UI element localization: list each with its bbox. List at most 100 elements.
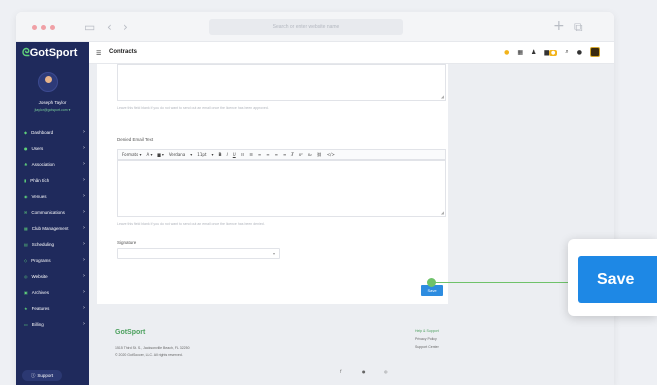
sidebar-item-label: Scheduling	[31, 241, 55, 247]
sidebar-item-dashboard[interactable]: ◆ Dashboard ›	[16, 124, 89, 140]
sidebar-item-communications[interactable]: ✉ Communications ›	[16, 204, 89, 220]
grid-icon[interactable]: ▦	[517, 49, 523, 56]
messages-icon[interactable]: ▆ ●	[544, 49, 558, 56]
justify-icon[interactable]: ≡	[283, 152, 286, 157]
sidebar-item-venues[interactable]: ◉ Venues ›	[16, 188, 89, 204]
new-tab-icon[interactable]: +	[553, 18, 565, 34]
sidebar-item-archives[interactable]: ▣ Archives ›	[16, 284, 89, 300]
sidebar-item-label: Features	[31, 305, 50, 311]
logo-prefix: Got	[29, 47, 49, 59]
form-card: ◢ Leave this field blank if you do not w…	[97, 64, 448, 304]
resize-grip-icon[interactable]: ◢	[441, 210, 444, 215]
text-color-icon[interactable]: A ▾	[146, 152, 152, 157]
maximize-dot[interactable]	[50, 25, 55, 30]
align-right-icon[interactable]: ≡	[275, 152, 278, 157]
sidebar-item-users[interactable]: ● Users ›	[16, 140, 89, 156]
sidebar-item-label: Programs	[31, 257, 51, 263]
subscript-icon[interactable]: x₂	[308, 152, 312, 157]
help-circle-icon: ⓘ	[30, 373, 36, 379]
club-crest-icon[interactable]	[590, 47, 600, 57]
footer-link-support[interactable]: Support Center	[415, 345, 439, 349]
sidebar: Joseph Taylor jtaylor@gotsport.com ▾ ◆ Da…	[16, 64, 89, 385]
hamburger-menu-icon[interactable]: ☰	[96, 50, 101, 57]
bullet-list-icon[interactable]: ☷	[241, 152, 245, 157]
search-icon[interactable]: ⌕	[565, 48, 568, 56]
bold-icon[interactable]: B	[219, 152, 222, 157]
venue-icon: ◉	[24, 193, 28, 199]
chevron-right-icon: ›	[83, 193, 85, 199]
minimize-dot[interactable]	[41, 25, 46, 30]
footer-link-help[interactable]: Help & Support	[415, 329, 439, 333]
archive-icon: ▣	[24, 289, 28, 295]
sidebar-item-label: Website	[31, 273, 48, 279]
numbered-list-icon[interactable]: ☰	[249, 152, 253, 157]
resize-grip-icon[interactable]: ◢	[441, 94, 444, 99]
font-size-select[interactable]: 11pt	[197, 152, 206, 157]
italic-icon[interactable]: I	[227, 152, 228, 157]
chevron-right-icon: ›	[83, 257, 85, 263]
user-email[interactable]: jtaylor@gotsport.com ▾	[16, 108, 89, 112]
sidebar-item-scheduling[interactable]: ▤ Scheduling ›	[16, 236, 89, 252]
instagram-icon[interactable]: ◎	[384, 369, 388, 374]
logo-mark-icon: ᘓ	[22, 47, 30, 59]
sidebar-item-label: Users	[31, 145, 44, 151]
font-family-chevron-icon[interactable]: ▾	[190, 152, 192, 157]
link-icon[interactable]: ⛓	[317, 152, 322, 157]
more-icon[interactable]: ●	[577, 49, 582, 56]
user-icon[interactable]: ♟	[531, 49, 536, 56]
editor-toolbar: Formats ▾ A ▾ ▆ ▾ Verdana ▾ 11pt ▾ B I U…	[117, 149, 446, 160]
signature-select[interactable]: ▾	[117, 248, 280, 259]
tabs-overview-icon[interactable]: ⧉	[574, 20, 583, 35]
approved-email-textarea[interactable]: ◢	[117, 64, 446, 101]
clear-format-icon[interactable]: T̸	[291, 152, 293, 157]
align-left-icon[interactable]: ≡	[258, 152, 261, 157]
footer-logo[interactable]: GotSport	[115, 329, 145, 336]
main-content: ◢ Leave this field blank if you do not w…	[89, 64, 614, 385]
underline-icon[interactable]: U	[233, 152, 236, 157]
url-bar[interactable]: Search or enter website name	[209, 19, 403, 35]
formats-dropdown[interactable]: Formats ▾	[122, 152, 141, 157]
chevron-right-icon: ›	[83, 129, 85, 135]
footer-copyright: © 2020 GotSoccer, LLC. All rights reserv…	[115, 353, 183, 357]
sidebar-item-website[interactable]: ◎ Website ›	[16, 268, 89, 284]
avatar[interactable]	[38, 72, 58, 92]
close-dot[interactable]	[32, 25, 37, 30]
facebook-icon[interactable]: f	[340, 369, 341, 374]
logo-suffix: Sport	[48, 47, 78, 59]
superscript-icon[interactable]: x²	[299, 152, 303, 157]
align-center-icon[interactable]: ≡	[266, 152, 269, 157]
sidebar-item-ph-n-t-ch[interactable]: ▮ Phân tích ›	[16, 172, 89, 188]
chevron-right-icon: ›	[83, 321, 85, 327]
font-family-select[interactable]: Verdana	[169, 152, 185, 157]
background-color-icon[interactable]: ▆ ▾	[157, 152, 163, 157]
sidebar-item-label: Archives	[31, 289, 50, 295]
font-size-chevron-icon[interactable]: ▾	[212, 152, 214, 157]
status-icon[interactable]: ●	[504, 49, 509, 56]
header-icons: ● ▦ ♟ ▆ ● ⌕ ●	[504, 47, 600, 57]
calendar-icon: ▤	[24, 241, 28, 247]
support-button[interactable]: ⓘ Support	[22, 370, 62, 381]
page-title: Contracts	[109, 49, 138, 55]
footer-link-privacy[interactable]: Privacy Policy	[415, 337, 437, 341]
gotsport-logo[interactable]: ᘓGotSport	[16, 42, 89, 64]
footer-logo-text: GotSport	[115, 329, 146, 336]
code-icon[interactable]: </>	[327, 152, 335, 157]
sidebar-item-features[interactable]: ★ Features ›	[16, 300, 89, 316]
forward-icon[interactable]: ›	[123, 20, 128, 34]
denied-email-textarea[interactable]: ◢	[117, 160, 446, 217]
sidebar-item-label: Communications	[31, 209, 65, 215]
sidebar-nav: ◆ Dashboard › ● Users › ♣ Association › ▮ Phân tíc…	[16, 124, 89, 332]
twitter-icon[interactable]: ●	[362, 369, 366, 374]
user-name: Joseph Taylor	[38, 100, 67, 105]
sidebar-item-label: Club Management	[31, 225, 69, 231]
sidebar-toggle-icon[interactable]: ▭	[84, 20, 95, 34]
sidebar-item-club-management[interactable]: ▦ Club Management ›	[16, 220, 89, 236]
sidebar-item-billing[interactable]: ▭ Billing ›	[16, 316, 89, 332]
sidebar-item-association[interactable]: ♣ Association ›	[16, 156, 89, 172]
denied-email-label: Denied Email Text	[117, 137, 154, 142]
sidebar-item-programs[interactable]: ◇ Programs ›	[16, 252, 89, 268]
club-icon: ▦	[24, 225, 28, 231]
chevron-right-icon: ›	[83, 289, 85, 295]
back-icon[interactable]: ‹	[107, 20, 112, 34]
chart-icon: ▮	[24, 177, 27, 183]
